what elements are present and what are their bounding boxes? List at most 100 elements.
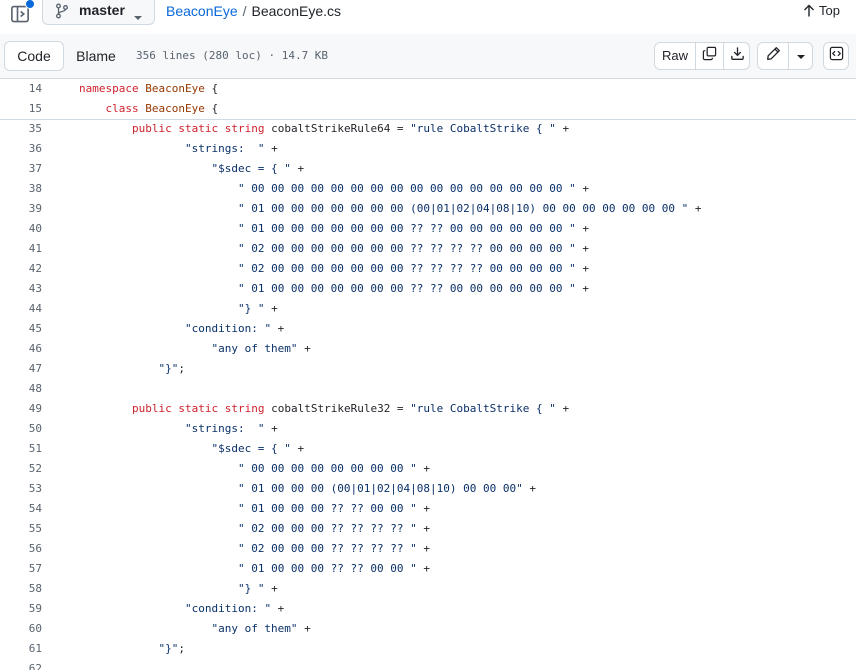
line-number[interactable]: 52: [0, 459, 42, 479]
breadcrumb: BeaconEye / BeaconEye.cs: [166, 3, 341, 19]
breadcrumb-file-name: BeaconEye.cs: [251, 3, 342, 19]
code-line[interactable]: 42 " 02 00 00 00 00 00 00 00 ?? ?? ?? ??…: [0, 259, 856, 279]
download-icon: [730, 46, 745, 66]
code-line[interactable]: 35 public static string cobaltStrikeRule…: [0, 119, 856, 139]
pencil-icon: [766, 46, 781, 66]
sticky-scope-header: 14 namespace BeaconEye { 15 class Beacon…: [0, 79, 856, 120]
code-line[interactable]: 40 " 01 00 00 00 00 00 00 00 ?? ?? 00 00…: [0, 219, 856, 239]
file-navigation-bar: master BeaconEye / BeaconEye.cs Top: [0, 0, 856, 35]
code-line[interactable]: 37 "$sdec = { " +: [0, 159, 856, 179]
line-number[interactable]: 44: [0, 299, 42, 319]
line-number[interactable]: 62: [0, 659, 42, 670]
tab-code[interactable]: Code: [4, 41, 64, 71]
arrow-up-icon: [803, 3, 819, 18]
raw-button[interactable]: Raw: [655, 43, 696, 69]
tab-blame[interactable]: Blame: [64, 41, 128, 71]
line-number[interactable]: 54: [0, 499, 42, 519]
branch-name: master: [79, 2, 125, 18]
code-line[interactable]: 55 " 02 00 00 00 ?? ?? ?? ?? " +: [0, 519, 856, 539]
line-number[interactable]: 60: [0, 619, 42, 639]
line-number[interactable]: 41: [0, 239, 42, 259]
code-line[interactable]: 39 " 01 00 00 00 00 00 00 00 (00|01|02|0…: [0, 199, 856, 219]
code-line[interactable]: 47 "}";: [0, 359, 856, 379]
line-number[interactable]: 38: [0, 179, 42, 199]
sticky-line[interactable]: 14 namespace BeaconEye {: [0, 79, 856, 99]
code-line[interactable]: 36 "strings: " +: [0, 139, 856, 159]
line-number[interactable]: 51: [0, 439, 42, 459]
code-text: " 01 00 00 00 00 00 00 00 ?? ?? 00 00 00…: [237, 222, 589, 235]
code-line[interactable]: 52 " 00 00 00 00 00 00 00 00 " +: [0, 459, 856, 479]
code-line[interactable]: 61 "}";: [0, 639, 856, 659]
branch-selector-button[interactable]: master: [42, 0, 155, 25]
code-text: "} " +: [237, 302, 278, 315]
line-number[interactable]: 48: [0, 379, 42, 399]
line-number[interactable]: 45: [0, 319, 42, 339]
line-number[interactable]: 50: [0, 419, 42, 439]
edit-file-button[interactable]: [758, 43, 789, 69]
breadcrumb-separator: /: [242, 3, 247, 19]
code-line[interactable]: 45 "condition: " +: [0, 319, 856, 339]
code-line[interactable]: 51 "$sdec = { " +: [0, 439, 856, 459]
code-line[interactable]: 62: [0, 659, 856, 670]
code-text: "any of them" +: [211, 622, 311, 635]
code-text: "condition: " +: [184, 322, 285, 335]
line-number[interactable]: 55: [0, 519, 42, 539]
code-text: namespace BeaconEye {: [79, 82, 219, 95]
code-text: "$sdec = { " +: [211, 442, 305, 455]
line-number[interactable]: 36: [0, 139, 42, 159]
line-number[interactable]: 49: [0, 399, 42, 419]
code-line[interactable]: 49 public static string cobaltStrikeRule…: [0, 399, 856, 419]
line-number[interactable]: 14: [0, 79, 42, 99]
code-line[interactable]: 46 "any of them" +: [0, 339, 856, 359]
more-edit-options-button[interactable]: [788, 43, 814, 69]
code-line[interactable]: 50 "strings: " +: [0, 419, 856, 439]
symbols-panel-button[interactable]: [823, 42, 849, 70]
code-text: public static string cobaltStrikeRule32 …: [131, 402, 570, 415]
code-text: "any of them" +: [211, 342, 311, 355]
line-number[interactable]: 40: [0, 219, 42, 239]
download-raw-button[interactable]: [723, 43, 751, 69]
line-number[interactable]: 58: [0, 579, 42, 599]
code-line[interactable]: 56 " 02 00 00 00 ?? ?? ?? ?? " +: [0, 539, 856, 559]
copy-raw-button[interactable]: [695, 43, 724, 69]
line-number[interactable]: 59: [0, 599, 42, 619]
code-square-icon: [829, 46, 844, 66]
line-number[interactable]: 15: [0, 99, 42, 119]
code-text: " 01 00 00 00 00 00 00 00 (00|01|02|04|0…: [237, 202, 702, 215]
code-line[interactable]: 38 " 00 00 00 00 00 00 00 00 00 00 00 00…: [0, 179, 856, 199]
line-number[interactable]: 39: [0, 199, 42, 219]
code-line[interactable]: 48: [0, 379, 856, 399]
code-line[interactable]: 60 "any of them" +: [0, 619, 856, 639]
code-line[interactable]: 54 " 01 00 00 00 ?? ?? 00 00 " +: [0, 499, 856, 519]
code-text: "}";: [158, 642, 185, 655]
line-number[interactable]: 56: [0, 539, 42, 559]
code-line[interactable]: 41 " 02 00 00 00 00 00 00 00 ?? ?? ?? ??…: [0, 239, 856, 259]
code-line[interactable]: 59 "condition: " +: [0, 599, 856, 619]
line-number[interactable]: 46: [0, 339, 42, 359]
code-line[interactable]: 44 "} " +: [0, 299, 856, 319]
line-number[interactable]: 35: [0, 119, 42, 139]
code-text: public static string cobaltStrikeRule64 …: [131, 122, 570, 135]
line-number[interactable]: 61: [0, 639, 42, 659]
sticky-line[interactable]: 15 class BeaconEye {: [0, 99, 856, 119]
code-text: " 02 00 00 00 00 00 00 00 ?? ?? ?? ?? 00…: [237, 262, 589, 275]
line-number[interactable]: 42: [0, 259, 42, 279]
back-to-top-link[interactable]: Top: [803, 3, 840, 18]
code-line[interactable]: 57 " 01 00 00 00 ?? ?? 00 00 " +: [0, 559, 856, 579]
line-number[interactable]: 37: [0, 159, 42, 179]
code-text: "strings: " +: [184, 142, 278, 155]
chevron-down-icon: [133, 8, 143, 26]
line-number[interactable]: 47: [0, 359, 42, 379]
back-to-top-label: Top: [819, 3, 840, 18]
code-line[interactable]: 43 " 01 00 00 00 00 00 00 00 ?? ?? 00 00…: [0, 279, 856, 299]
raw-actions-group: Raw: [654, 42, 750, 70]
code-text: " 02 00 00 00 ?? ?? ?? ?? " +: [237, 522, 431, 535]
file-info: 356 lines (280 loc) · 14.7 KB: [136, 49, 329, 62]
code-line[interactable]: 53 " 01 00 00 00 (00|01|02|04|08|10) 00 …: [0, 479, 856, 499]
code-text: "$sdec = { " +: [211, 162, 305, 175]
line-number[interactable]: 57: [0, 559, 42, 579]
code-line[interactable]: 58 "} " +: [0, 579, 856, 599]
line-number[interactable]: 53: [0, 479, 42, 499]
line-number[interactable]: 43: [0, 279, 42, 299]
breadcrumb-repo-link[interactable]: BeaconEye: [166, 3, 238, 19]
